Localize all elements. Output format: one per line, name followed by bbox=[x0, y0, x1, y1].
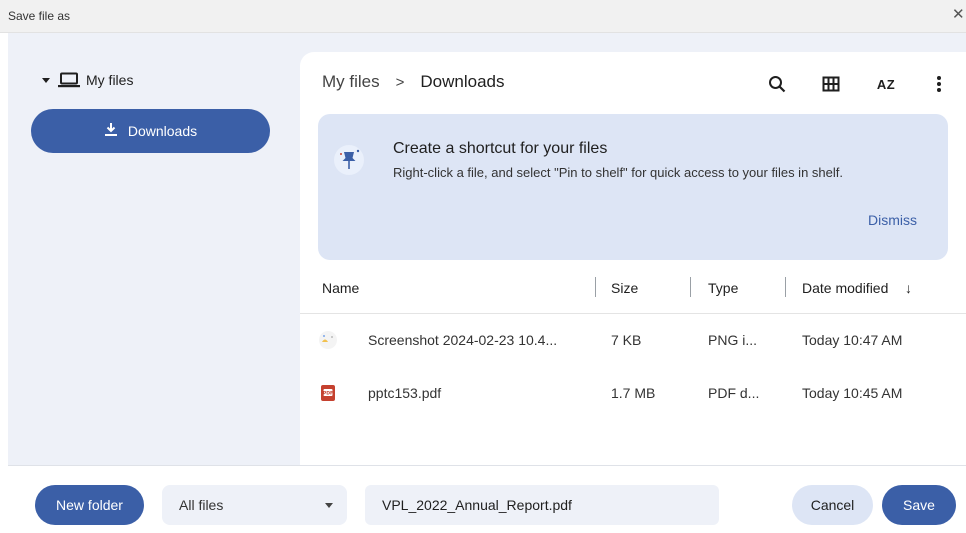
sidebar: My files Downloads bbox=[8, 33, 298, 465]
dismiss-button[interactable]: Dismiss bbox=[868, 212, 917, 228]
cancel-button[interactable]: Cancel bbox=[792, 485, 873, 525]
column-header-type[interactable]: Type bbox=[708, 280, 738, 296]
file-date-modified: Today 10:45 AM bbox=[802, 385, 903, 401]
column-divider[interactable] bbox=[595, 277, 596, 297]
banner-title: Create a shortcut for your files bbox=[393, 140, 608, 157]
file-type: PDF d... bbox=[708, 385, 760, 401]
more-vert-icon[interactable] bbox=[927, 72, 951, 96]
pin-icon bbox=[332, 142, 368, 178]
title-bar: Save file as ✕ bbox=[0, 0, 966, 33]
save-button[interactable]: Save bbox=[882, 485, 956, 525]
sidebar-item-downloads[interactable]: Downloads bbox=[31, 109, 270, 153]
search-icon[interactable] bbox=[765, 72, 789, 96]
sort-arrow-icon: ↓ bbox=[905, 280, 912, 296]
file-type: PNG i... bbox=[708, 332, 758, 348]
dropdown-arrow-icon bbox=[325, 503, 333, 508]
file-list-panel: My files > Downloads AZ Create a shortcu… bbox=[300, 52, 966, 465]
file-size: 7 KB bbox=[611, 332, 642, 348]
breadcrumb: My files > Downloads bbox=[322, 72, 505, 92]
breadcrumb-downloads[interactable]: Downloads bbox=[420, 72, 504, 92]
filter-value: All files bbox=[179, 497, 224, 513]
pdf-file-icon: PDF bbox=[318, 383, 338, 403]
window-title: Save file as bbox=[8, 9, 71, 23]
file-name: pptc153.pdf bbox=[368, 385, 442, 401]
table-row[interactable]: Screenshot 2024-02-23 10.4... 7 KB PNG i… bbox=[300, 315, 966, 367]
save-dialog: My files Downloads My files > Downloads … bbox=[8, 33, 966, 533]
filename-input[interactable] bbox=[365, 485, 719, 525]
column-divider[interactable] bbox=[785, 277, 786, 297]
file-type-filter-select[interactable]: All files bbox=[162, 485, 347, 525]
expand-caret-icon[interactable] bbox=[42, 77, 50, 83]
column-header-size[interactable]: Size bbox=[611, 280, 638, 296]
new-folder-button[interactable]: New folder bbox=[35, 485, 144, 525]
close-icon[interactable]: ✕ bbox=[952, 6, 966, 24]
banner-body: Right-click a file, and select "Pin to s… bbox=[393, 165, 843, 180]
file-size: 1.7 MB bbox=[611, 385, 656, 401]
grid-view-icon[interactable] bbox=[819, 72, 843, 96]
download-icon bbox=[104, 122, 118, 140]
laptop-icon bbox=[58, 72, 80, 88]
table-row[interactable]: PDF pptc153.pdf 1.7 MB PDF d... Today 10… bbox=[300, 368, 966, 420]
shortcut-banner: Create a shortcut for your files Right-c… bbox=[318, 114, 948, 260]
sort-az-label: AZ bbox=[876, 76, 896, 92]
image-file-icon bbox=[318, 330, 338, 350]
breadcrumb-my-files[interactable]: My files bbox=[322, 72, 380, 92]
svg-text:PDF: PDF bbox=[323, 390, 333, 396]
sort-az-icon[interactable]: AZ bbox=[874, 72, 898, 96]
sidebar-item-label: My files bbox=[86, 72, 134, 88]
column-header-name[interactable]: Name bbox=[322, 280, 359, 296]
sidebar-item-my-files[interactable]: My files bbox=[42, 69, 133, 91]
file-name: Screenshot 2024-02-23 10.4... bbox=[368, 332, 558, 348]
breadcrumb-separator: > bbox=[395, 73, 405, 91]
file-date-modified: Today 10:47 AM bbox=[802, 332, 903, 348]
table-header: Name Size Type Date modified ↓ bbox=[300, 264, 966, 314]
dialog-footer: New folder All files Cancel Save bbox=[8, 465, 966, 533]
column-divider[interactable] bbox=[690, 277, 691, 297]
sidebar-item-label: Downloads bbox=[127, 123, 198, 139]
column-header-date-modified[interactable]: Date modified bbox=[802, 280, 888, 296]
